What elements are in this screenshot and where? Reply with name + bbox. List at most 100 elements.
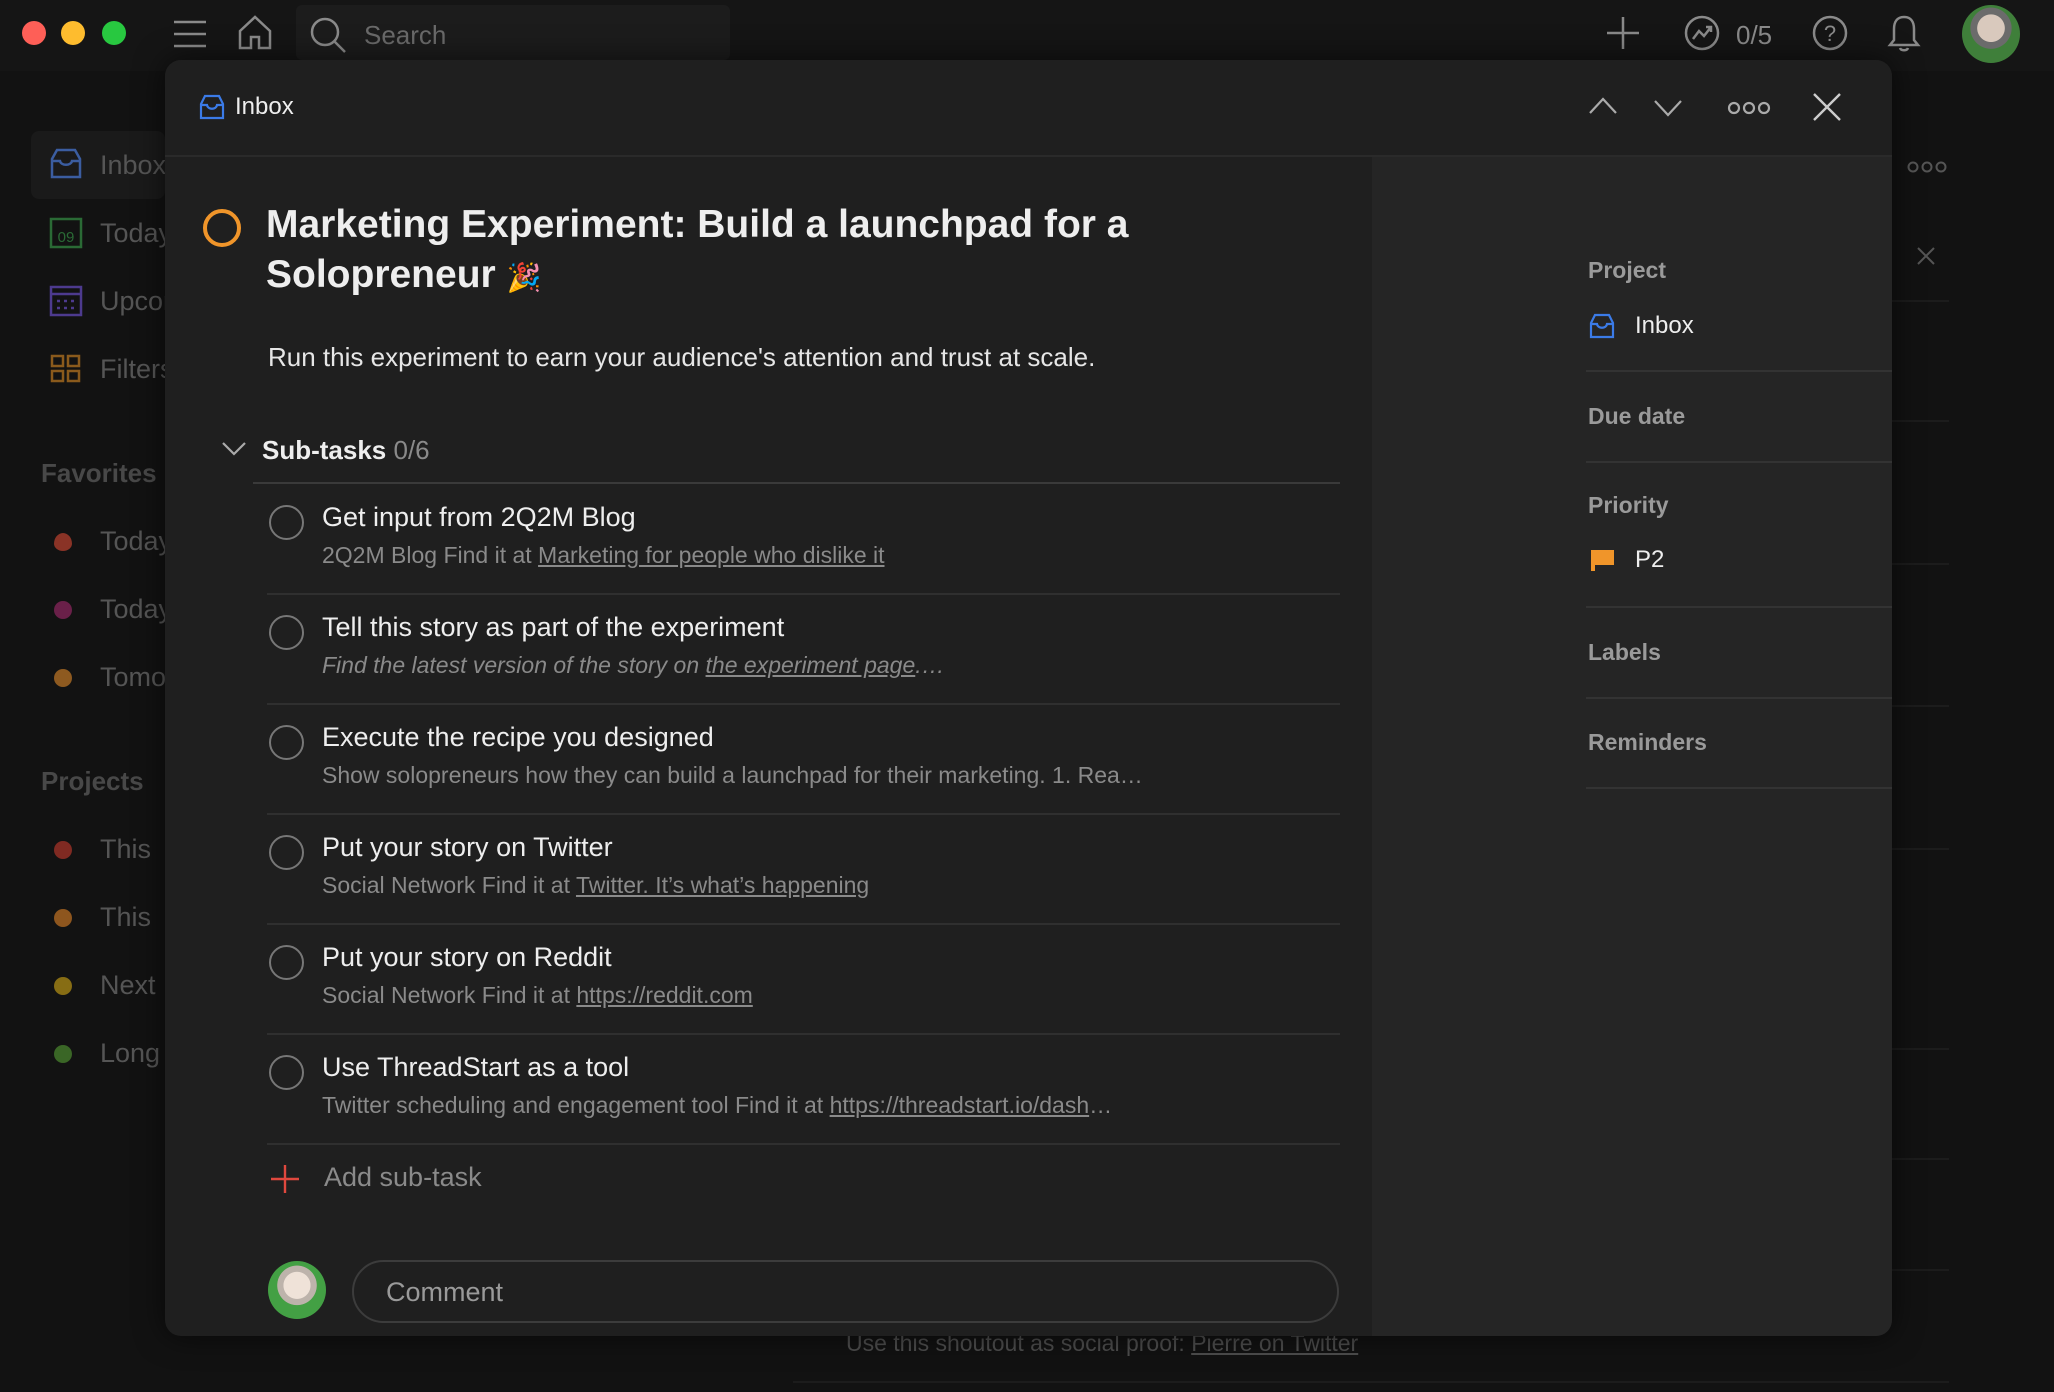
sidebar-favorite-item[interactable]: Tomorrow [31,643,165,711]
bell-icon[interactable] [1885,13,1923,53]
subtask-row[interactable]: Tell this story as part of the experimen… [267,595,1340,705]
close-icon[interactable] [1916,246,1936,266]
subtask-link[interactable]: Twitter. It’s what’s happening [576,872,869,898]
subtask-description: 2Q2M Blog Find it at Marketing for peopl… [322,542,885,569]
menu-icon[interactable] [172,16,208,52]
task-details-panel: Project Inbox Due date Priority P2 Label… [1372,157,1892,1336]
subtask-row[interactable]: Put your story on Reddit Social Network F… [267,925,1340,1035]
subtask-checkbox[interactable] [269,1055,304,1090]
priority-selector[interactable]: P2 [1635,546,1664,574]
chevron-down-icon[interactable] [1653,98,1683,118]
subtasks-label: Sub-tasks [262,435,387,465]
sidebar-item-label: Tomorrow [100,662,165,692]
task-complete-checkbox[interactable] [203,209,241,247]
calendar-upcoming-icon [49,285,83,317]
party-popper-emoji: 🎉 [506,262,542,293]
chevron-up-icon[interactable] [1588,96,1618,116]
subtask-title: Use ThreadStart as a tool [322,1052,630,1082]
task-title[interactable]: Marketing Experiment: Build a launchpad … [266,200,1166,303]
sidebar-item-label: Filters & Labels [100,354,165,384]
divider [1892,705,1949,707]
sidebar-project-item[interactable]: This [31,815,165,883]
divider [253,482,1340,484]
project-color-dot [54,1045,72,1063]
subtask-link[interactable]: Marketing for people who dislike it [538,542,884,568]
subtask-desc-text: 2Q2M Blog Find it at [322,542,539,568]
chevron-down-icon[interactable] [221,440,247,458]
user-avatar[interactable] [1962,5,2020,63]
divider [1586,606,1892,608]
subtask-link[interactable]: the experiment page [706,652,916,678]
due-date-label[interactable]: Due date [1588,403,1685,430]
search-icon [310,17,346,53]
comment-input[interactable]: Comment [352,1260,1339,1323]
sidebar-item-label: Today [100,526,165,556]
sidebar-project-item[interactable]: Next [31,951,165,1019]
window-close-button[interactable] [22,21,46,45]
divider [1586,787,1892,789]
projects-heading[interactable]: Projects [41,766,144,797]
subtask-checkbox[interactable] [269,615,304,650]
subtask-checkbox[interactable] [269,835,304,870]
subtask-desc-text: Show solopreneurs how they can build a l… [322,762,1143,788]
subtasks-header[interactable]: Sub-tasks 0/6 [262,435,430,466]
reminders-label[interactable]: Reminders [1588,729,1707,756]
subtask-link[interactable]: https://reddit.com [576,982,752,1008]
task-description[interactable]: Run this experiment to earn your audienc… [268,342,1095,373]
subtask-checkbox[interactable] [269,505,304,540]
sidebar-item-inbox[interactable]: Inbox [31,131,165,199]
window-minimize-button[interactable] [61,21,85,45]
inbox-icon [50,148,82,179]
subtask-row[interactable]: Get input from 2Q2M Blog 2Q2M Blog Find i… [267,485,1340,595]
breadcrumb-project: Inbox [235,93,294,120]
subtask-checkbox[interactable] [269,725,304,760]
divider [1892,1048,1949,1050]
sidebar-favorite-item[interactable]: Today [31,507,165,575]
labels-label[interactable]: Labels [1588,639,1661,666]
user-avatar [268,1261,326,1319]
karma-count[interactable]: 0/5 [1736,20,1772,51]
priority-flag-icon [1591,550,1614,571]
subtask-description: Show solopreneurs how they can build a l… [322,762,1143,789]
subtask-row[interactable]: Use ThreadStart as a tool Twitter schedul… [267,1035,1340,1145]
breadcrumb[interactable]: Inbox [199,93,294,121]
window-maximize-button[interactable] [102,21,126,45]
search-input[interactable]: Search [296,5,730,60]
subtask-row[interactable]: Put your story on Twitter Social Network … [267,815,1340,925]
more-options-icon[interactable] [1727,100,1771,116]
subtask-description: Social Network Find it at https://reddit… [322,982,753,1009]
subtask-checkbox[interactable] [269,945,304,980]
sidebar-favorite-item[interactable]: Today [31,575,165,643]
sidebar-item-label: Next [100,970,156,1000]
sidebar-project-item[interactable]: Long [31,1019,165,1087]
add-icon[interactable] [270,1164,300,1194]
sidebar-item-filters[interactable]: Filters & Labels [31,335,165,403]
divider [1892,420,1949,422]
divider [1586,370,1892,372]
sidebar-item-label: Inbox [100,150,165,180]
close-icon[interactable] [1812,92,1842,122]
home-icon[interactable] [236,13,274,51]
more-options-icon[interactable] [1906,160,1948,174]
subtask-desc-ellipsis: … [1089,1092,1113,1118]
sidebar-item-today[interactable]: 09 Today [31,199,165,267]
subtask-desc-text: Twitter scheduling and engagement tool F… [322,1092,830,1118]
subtask-description: Social Network Find it at Twitter. It’s … [322,872,869,899]
subtask-row[interactable]: Execute the recipe you designed Show solo… [267,705,1340,815]
project-color-dot [54,977,72,995]
project-color-dot [54,909,72,927]
sidebar-item-label: Upcoming [100,286,165,316]
filters-icon [50,354,81,383]
add-task-icon[interactable] [1605,15,1641,51]
project-selector[interactable]: Inbox [1635,312,1694,340]
subtask-title: Tell this story as part of the experimen… [322,612,785,642]
divider [1892,300,1949,302]
sidebar-project-item[interactable]: This [31,883,165,951]
help-icon[interactable]: ? [1811,14,1849,52]
sidebar-item-upcoming[interactable]: Upcoming [31,267,165,335]
subtask-link[interactable]: https://threadstart.io/dash [830,1092,1090,1118]
productivity-icon[interactable] [1683,14,1721,52]
favorites-heading[interactable]: Favorites [41,458,157,489]
add-subtask-button[interactable]: Add sub-task [324,1162,482,1193]
search-placeholder: Search [364,20,447,50]
